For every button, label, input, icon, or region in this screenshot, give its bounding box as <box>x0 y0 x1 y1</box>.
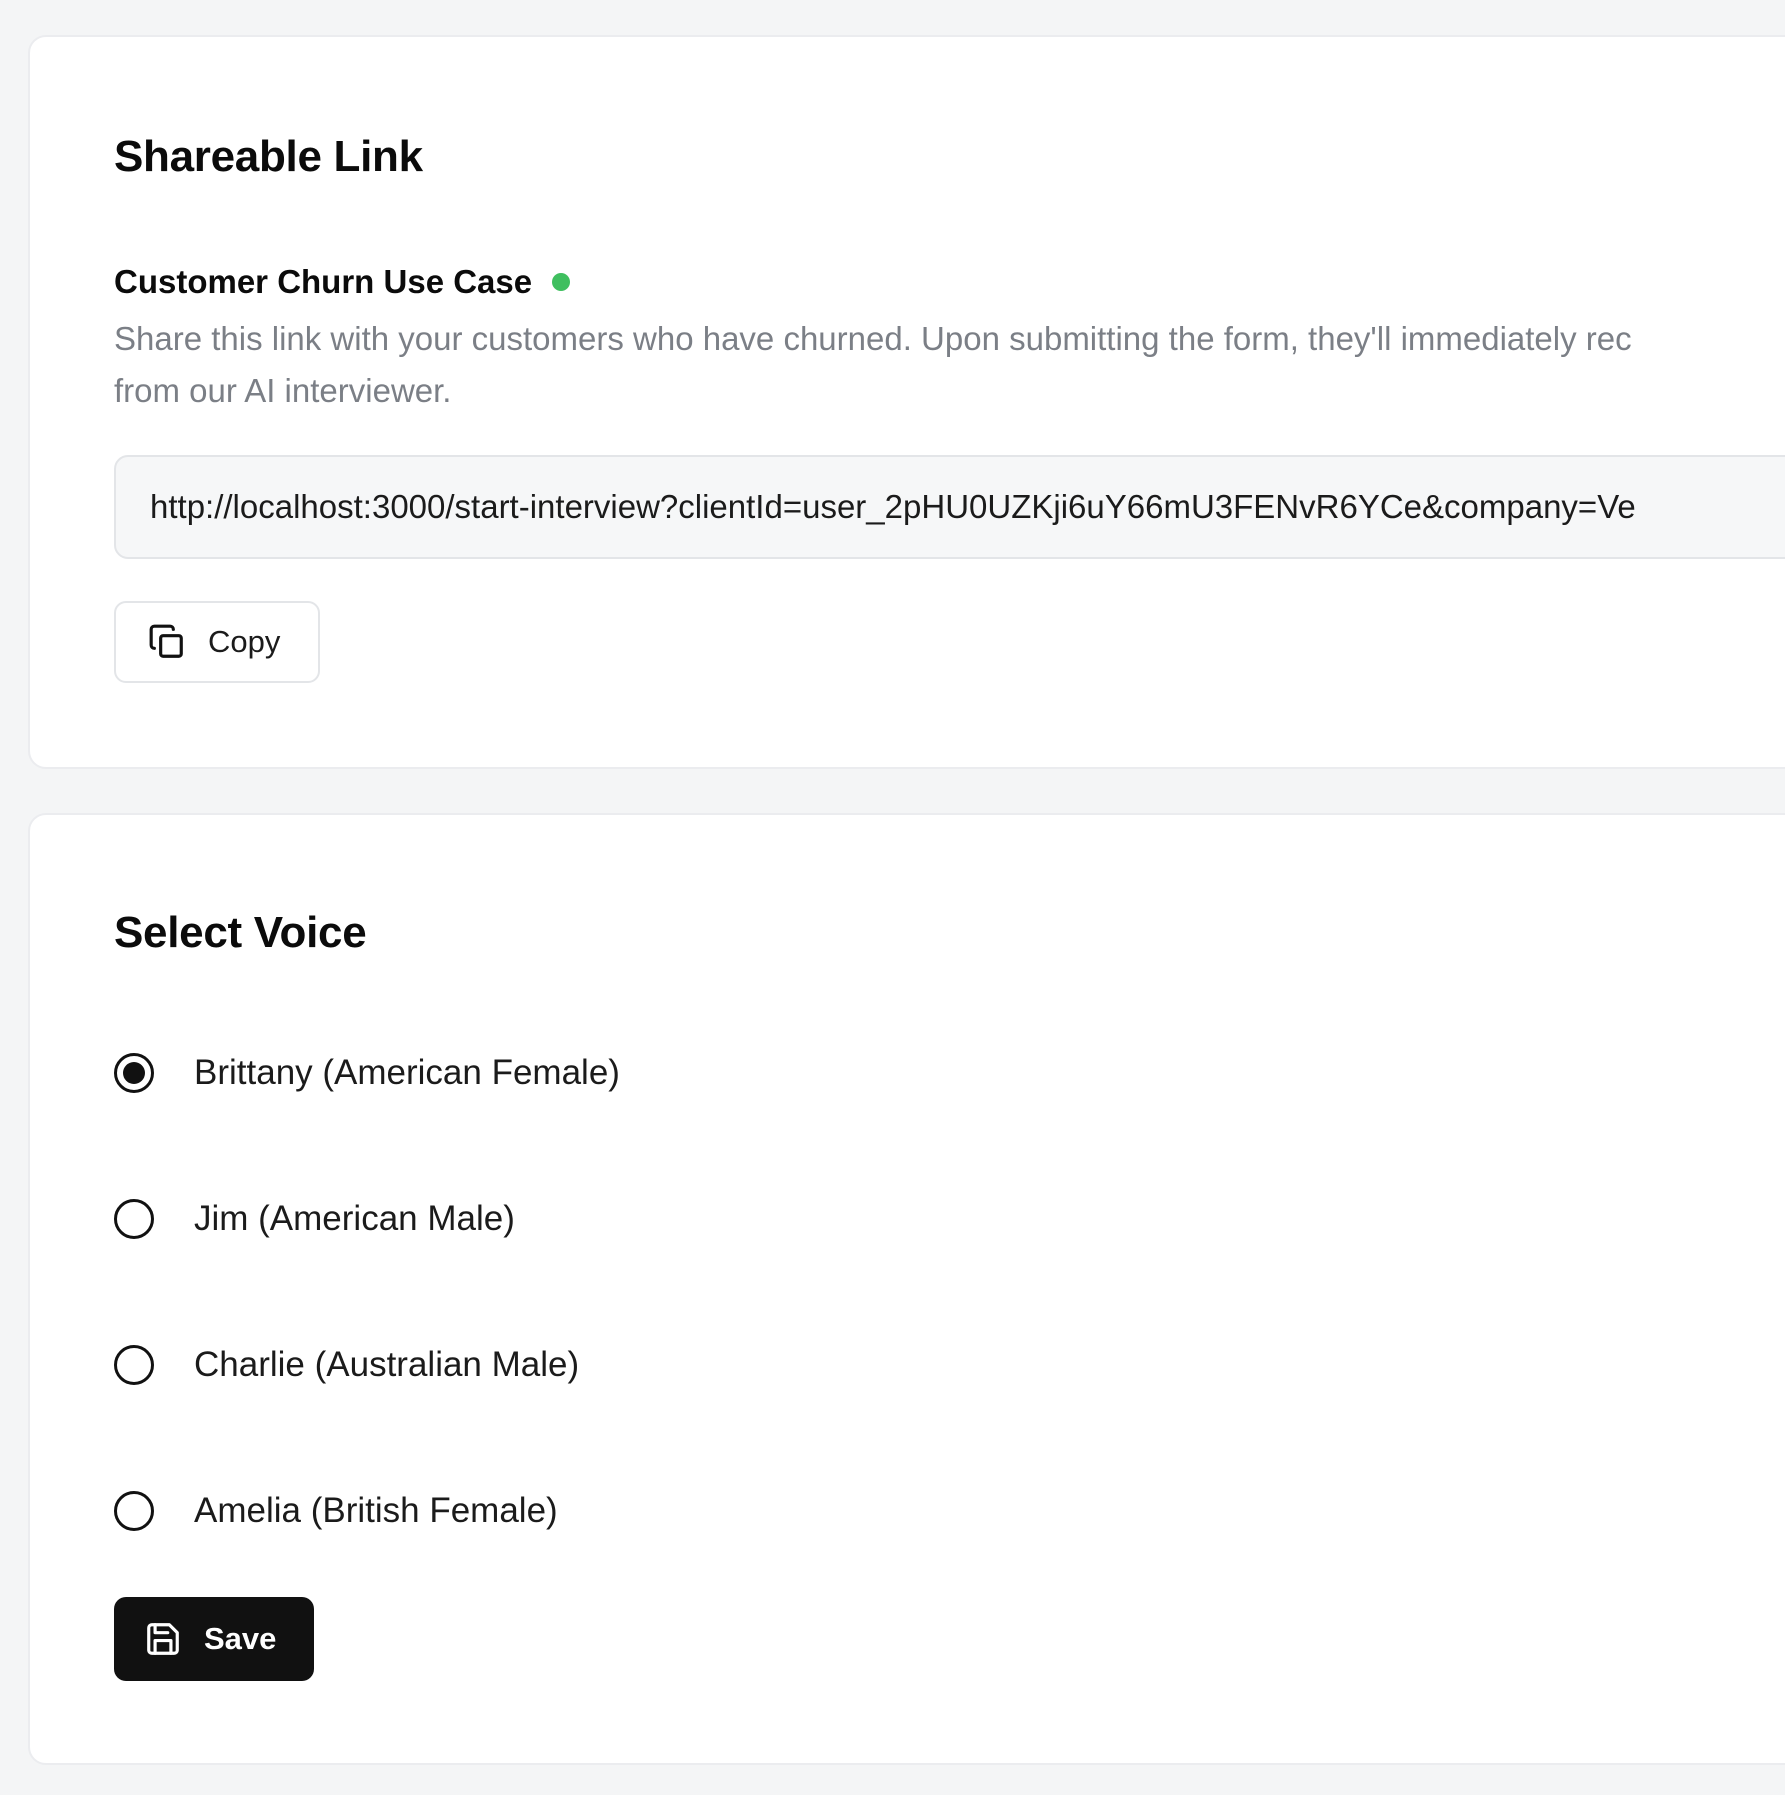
shareable-url-text[interactable]: http://localhost:3000/start-interview?cl… <box>150 487 1636 527</box>
radio-button[interactable] <box>114 1491 154 1531</box>
voice-option-label: Amelia (British Female) <box>194 1491 558 1530</box>
description-line-1: Share this link with your customers who … <box>114 320 1632 357</box>
voice-option-jim[interactable]: Jim (American Male) <box>114 1199 515 1239</box>
voice-option-brittany[interactable]: Brittany (American Female) <box>114 1053 620 1093</box>
voice-option-amelia[interactable]: Amelia (British Female) <box>114 1491 558 1531</box>
description-line-2: from our AI interviewer. <box>114 372 452 409</box>
use-case-description: Share this link with your customers who … <box>114 313 1785 417</box>
shareable-url-field[interactable]: http://localhost:3000/start-interview?cl… <box>114 455 1785 559</box>
radio-selected-dot <box>123 1062 145 1084</box>
select-voice-title: Select Voice <box>114 908 367 957</box>
select-voice-card: Select Voice Brittany (American Female) … <box>28 813 1785 1765</box>
radio-button-selected[interactable] <box>114 1053 154 1093</box>
use-case-title: Customer Churn Use Case <box>114 263 533 300</box>
save-icon <box>144 1620 182 1658</box>
shareable-link-title: Shareable Link <box>114 132 423 181</box>
copy-icon <box>148 623 186 661</box>
voice-option-charlie[interactable]: Charlie (Australian Male) <box>114 1345 579 1385</box>
copy-button[interactable]: Copy <box>114 601 320 683</box>
voice-option-label: Jim (American Male) <box>194 1199 515 1238</box>
radio-button[interactable] <box>114 1199 154 1239</box>
use-case-header: Customer Churn Use Case <box>114 263 571 300</box>
voice-option-label: Brittany (American Female) <box>194 1053 620 1092</box>
shareable-link-card: Shareable Link Customer Churn Use Case S… <box>28 35 1785 769</box>
radio-button[interactable] <box>114 1345 154 1385</box>
copy-button-label: Copy <box>208 624 281 659</box>
save-button-label: Save <box>204 1621 277 1656</box>
voice-option-label: Charlie (Australian Male) <box>194 1345 580 1384</box>
save-button[interactable]: Save <box>114 1597 314 1681</box>
status-indicator-dot <box>552 272 571 291</box>
